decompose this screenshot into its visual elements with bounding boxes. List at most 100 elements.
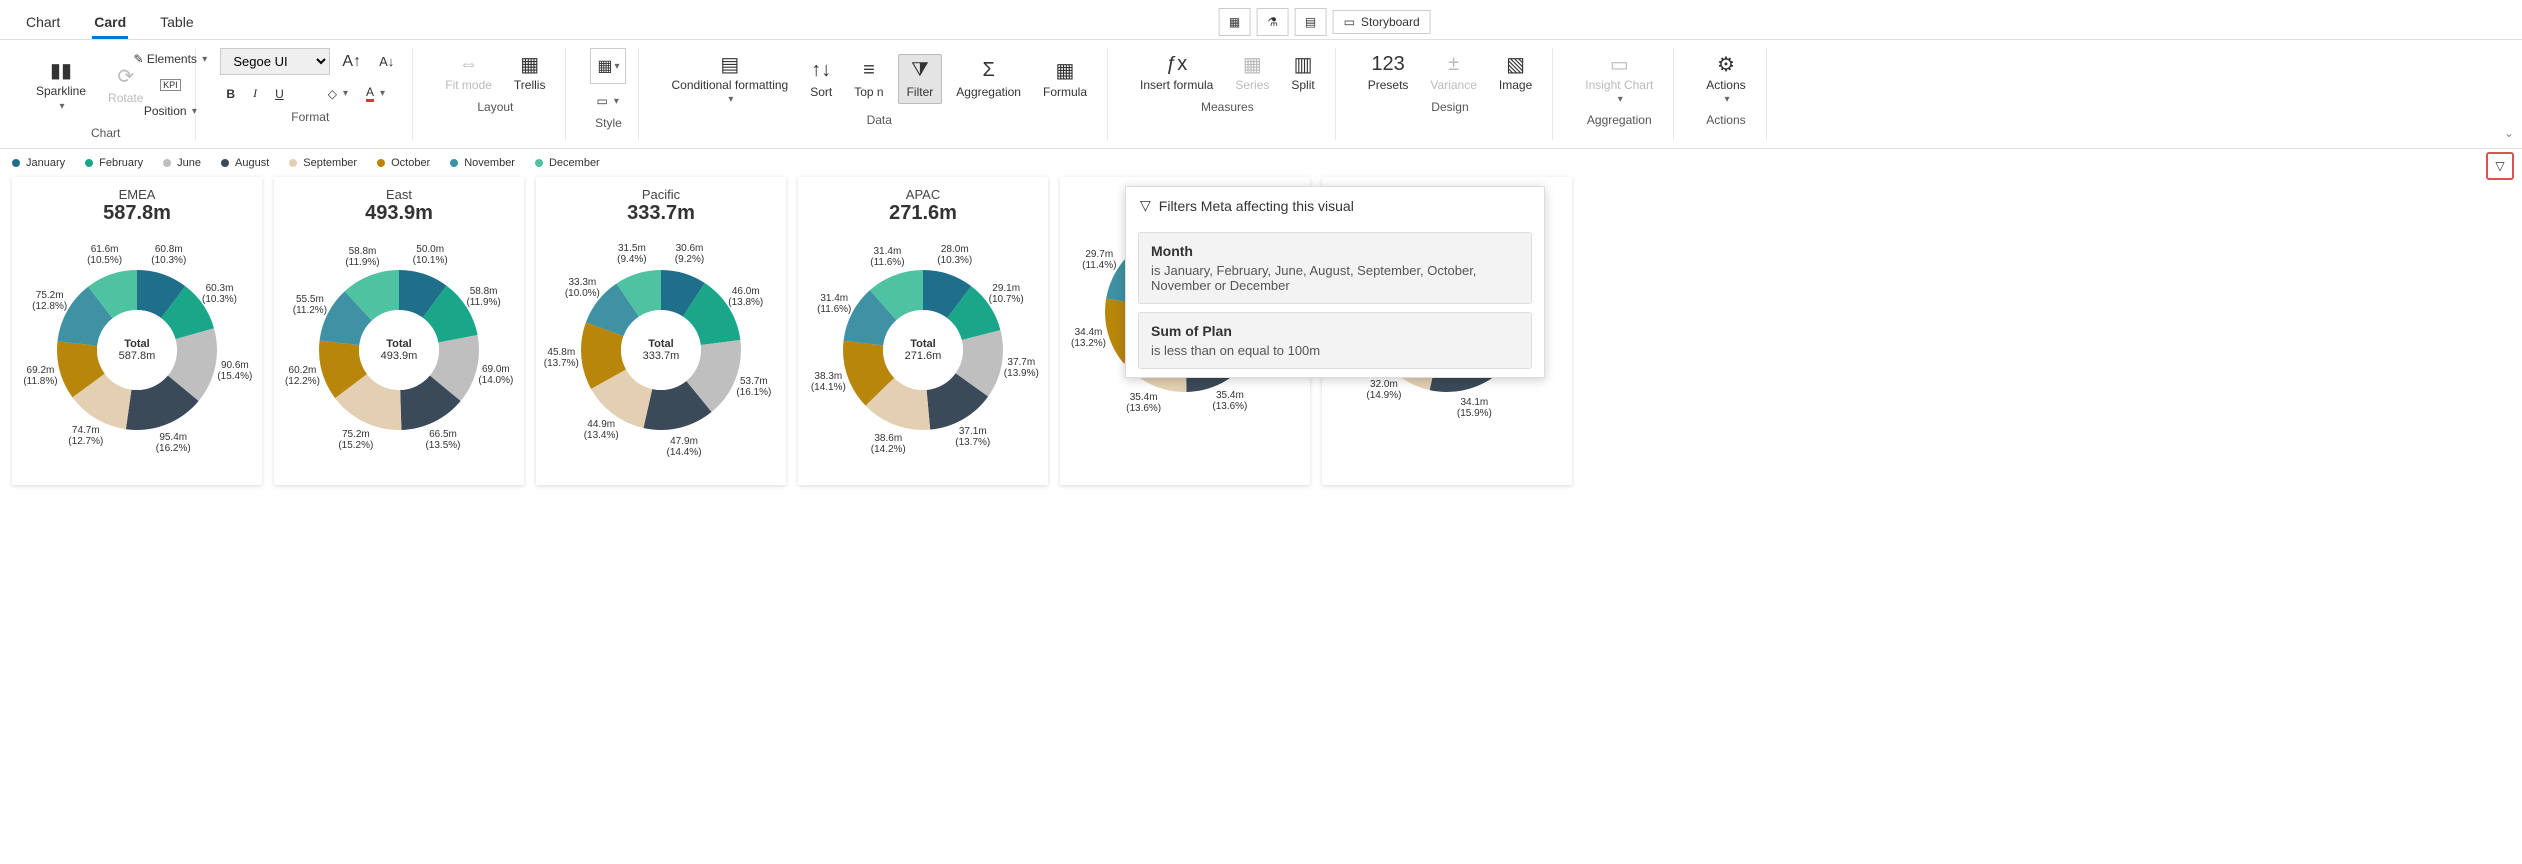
trellis-button[interactable]: ▦Trellis: [506, 48, 554, 96]
legend-label: January: [26, 157, 65, 169]
legend-item[interactable]: February: [85, 157, 143, 169]
group-aggregation-label: Aggregation: [1587, 113, 1652, 127]
card-value: 271.6m: [889, 202, 957, 225]
underline-button[interactable]: U: [269, 83, 290, 105]
ribbon-collapse-button[interactable]: ⌄: [2504, 126, 2514, 140]
presentation-icon: ▭: [1344, 15, 1355, 29]
legend-label: November: [464, 157, 515, 169]
storyboard-button[interactable]: ▭Storyboard: [1333, 10, 1431, 34]
font-color-button[interactable]: A▾: [360, 81, 391, 106]
chart-card: EMEA 587.8m 60.8m(10.3%)60.3m(10.3%)90.6…: [12, 177, 262, 485]
image-button[interactable]: ▧Image: [1491, 48, 1540, 96]
donut-chart[interactable]: 30.6m(9.2%)46.0m(13.8%)53.7m(16.1%)47.9m…: [546, 235, 776, 465]
legend-dot: [377, 159, 385, 167]
card-title: Pacific: [642, 187, 680, 202]
group-style-label: Style: [595, 116, 622, 130]
donut-chart[interactable]: 50.0m(10.1%)58.8m(11.9%)69.0m(14.0%)66.5…: [284, 235, 514, 465]
font-color-icon: A: [366, 85, 374, 102]
font-grow-button[interactable]: A↑: [336, 49, 367, 75]
legend-item[interactable]: October: [377, 157, 430, 169]
style-preset-button[interactable]: ▦▾: [590, 48, 626, 84]
filter-item[interactable]: Monthis January, February, June, August,…: [1138, 232, 1532, 304]
donut-center: Total587.8m: [119, 338, 156, 362]
slice-label: 60.8m(10.3%): [144, 244, 194, 266]
grid-mode-icon[interactable]: ▤: [1295, 8, 1327, 36]
tab-table[interactable]: Table: [158, 8, 195, 39]
variance-button: ±Variance: [1422, 48, 1484, 96]
slice-label: 90.6m(15.4%): [210, 360, 260, 382]
slice-label: 37.7m(13.9%): [996, 357, 1046, 379]
filters-meta-panel: ▽Filters Meta affecting this visual Mont…: [1125, 186, 1545, 378]
trellis-icon: ▦: [520, 52, 539, 76]
legend-label: December: [549, 157, 600, 169]
filter-name: Sum of Plan: [1151, 323, 1519, 339]
actions-button[interactable]: ⚙Actions▾: [1698, 48, 1753, 109]
series-icon: ▦: [1243, 52, 1262, 76]
legend-item[interactable]: June: [163, 157, 201, 169]
slice-label: 32.0m(14.9%): [1359, 379, 1409, 401]
sort-button[interactable]: ↑↓Sort: [802, 55, 840, 103]
style-border-button[interactable]: ▭▾: [590, 90, 626, 112]
legend-item[interactable]: November: [450, 157, 515, 169]
donut-chart[interactable]: 60.8m(10.3%)60.3m(10.3%)90.6m(15.4%)95.4…: [22, 235, 252, 465]
split-icon: ▥: [1294, 52, 1313, 76]
variance-icon: ±: [1448, 52, 1459, 76]
position-button[interactable]: Position ▾: [157, 100, 183, 122]
legend-item[interactable]: September: [289, 157, 357, 169]
card-title: EMEA: [119, 187, 156, 202]
filter-item[interactable]: Sum of Planis less than on equal to 100m: [1138, 312, 1532, 369]
legend-dot: [535, 159, 543, 167]
donut-center: Total493.9m: [381, 338, 418, 362]
chart-card: East 493.9m 50.0m(10.1%)58.8m(11.9%)69.0…: [274, 177, 524, 485]
font-shrink-button[interactable]: A↓: [373, 50, 400, 73]
tab-card[interactable]: Card: [92, 8, 128, 39]
group-chart-label: Chart: [91, 126, 120, 140]
legend-dot: [221, 159, 229, 167]
legend-item[interactable]: January: [12, 157, 65, 169]
slice-label: 44.9m(13.4%): [576, 419, 626, 441]
slice-label: 69.2m(11.8%): [15, 365, 65, 387]
slice-label: 34.4m(13.2%): [1064, 327, 1114, 349]
legend-label: August: [235, 157, 269, 169]
slice-label: 60.3m(10.3%): [195, 283, 245, 305]
slice-label: 66.5m(13.5%): [418, 429, 468, 451]
donut-chart[interactable]: 28.0m(10.3%)29.1m(10.7%)37.7m(13.9%)37.1…: [808, 235, 1038, 465]
actions-icon: ⚙: [1717, 52, 1735, 76]
ribbon: ▦ ⚗ ▤ ▭Storyboard ▮▮Sparkline▾ ⟳Rotate ✎…: [0, 40, 2522, 149]
sparkline-button[interactable]: ▮▮Sparkline▾: [28, 54, 94, 115]
bold-button[interactable]: B: [220, 83, 241, 105]
topn-button[interactable]: ≡Top n: [846, 55, 891, 103]
tab-chart[interactable]: Chart: [24, 8, 62, 39]
filter-toggle-button[interactable]: ▽: [2486, 152, 2514, 180]
presets-button[interactable]: 123Presets: [1360, 48, 1417, 96]
legend-item[interactable]: August: [221, 157, 269, 169]
slice-label: 38.6m(14.2%): [863, 433, 913, 455]
border-icon: ▭: [596, 94, 607, 108]
slice-label: 31.4m(11.6%): [809, 293, 859, 315]
filter-mode-icon[interactable]: ⚗: [1257, 8, 1289, 36]
slice-label: 58.8m(11.9%): [459, 286, 509, 308]
kpi-button[interactable]: KPI: [157, 74, 183, 96]
slice-label: 61.6m(10.5%): [80, 244, 130, 266]
insert-formula-button[interactable]: ƒxInsert formula: [1132, 48, 1221, 96]
style-icon: ▦: [597, 56, 612, 76]
legend-item[interactable]: December: [535, 157, 600, 169]
legend-label: June: [177, 157, 201, 169]
conditional-icon: ▤: [720, 52, 739, 76]
layout-mode-icon[interactable]: ▦: [1219, 8, 1251, 36]
elements-button[interactable]: ✎ Elements ▾: [157, 48, 183, 70]
fill-color-button[interactable]: ◇▾: [322, 83, 354, 105]
insight-chart-button: ▭Insight Chart▾: [1577, 48, 1661, 109]
legend-label: October: [391, 157, 430, 169]
filter-button[interactable]: ⧩Filter: [898, 54, 943, 104]
formula-button[interactable]: ▦Formula: [1035, 55, 1095, 103]
topn-icon: ≡: [863, 59, 875, 83]
aggregation-button[interactable]: ΣAggregation: [948, 55, 1029, 103]
conditional-formatting-button[interactable]: ▤Conditional formatting▾: [663, 48, 796, 109]
font-select[interactable]: Segoe UI: [220, 48, 330, 75]
legend-dot: [289, 159, 297, 167]
legend-dot: [450, 159, 458, 167]
split-button[interactable]: ▥Split: [1283, 48, 1322, 96]
group-actions-label: Actions: [1706, 113, 1745, 127]
italic-button[interactable]: I: [247, 82, 263, 105]
